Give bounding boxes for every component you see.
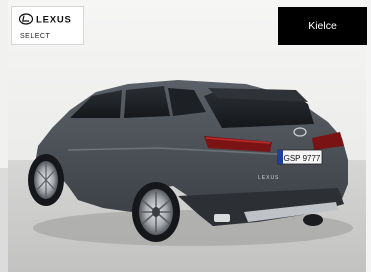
brand-card[interactable]: LEXUS SELECT [11, 6, 84, 45]
previous-photo-edge[interactable] [0, 0, 8, 272]
brand-name: LEXUS [36, 15, 72, 26]
rear-badge-text: LEXUS [258, 175, 279, 181]
listing-photo-frame: GSP 9777 LEXUS LEXUS SELECT Kielce [0, 0, 371, 272]
license-plate-text: GSP 9777 [284, 154, 321, 163]
lexus-l-emblem-icon: LEXUS [19, 13, 72, 26]
brand-subtitle: SELECT [20, 33, 51, 40]
location-button[interactable]: Kielce [278, 7, 367, 45]
lexus-logo: LEXUS [19, 13, 79, 25]
